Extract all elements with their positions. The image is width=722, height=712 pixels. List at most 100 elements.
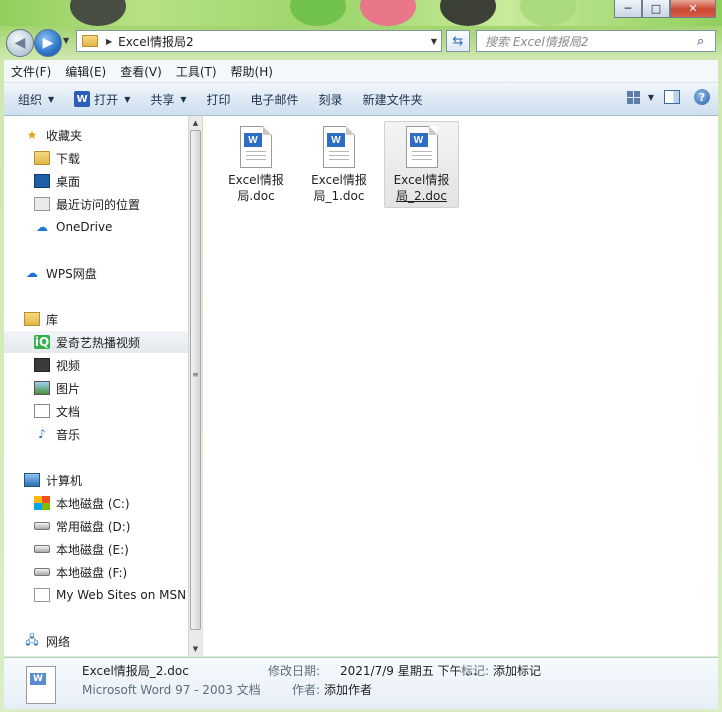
toolbar-right-group: ▼ ? xyxy=(626,89,710,105)
nav-drive-d[interactable]: 常用磁盘 (D:) xyxy=(4,515,188,537)
nav-msn-sites[interactable]: My Web Sites on MSN xyxy=(4,584,188,606)
file-item[interactable]: W Excel情报 局_1.doc xyxy=(303,122,375,206)
back-button[interactable]: ◀ xyxy=(6,29,34,57)
navigation-pane-scrollbar[interactable]: ▲ ≡ ▼ xyxy=(188,116,202,656)
nav-onedrive-label: OneDrive xyxy=(56,220,113,234)
nav-music-label: 音乐 xyxy=(56,427,81,442)
arrow-right-icon: ▶ xyxy=(42,35,54,51)
nav-recent-places[interactable]: 最近访问的位置 xyxy=(4,193,188,215)
scroll-down-icon[interactable]: ▼ xyxy=(189,642,202,656)
nav-network-label: 网络 xyxy=(46,634,71,649)
forward-button[interactable]: ▶ xyxy=(34,29,62,57)
burn-label: 刻录 xyxy=(318,92,343,107)
nav-drive-e-label: 本地磁盘 (E:) xyxy=(56,542,129,557)
address-dropdown-icon[interactable]: ▼ xyxy=(431,37,437,46)
web-page-icon xyxy=(34,588,50,602)
close-button[interactable]: ✕ xyxy=(670,0,716,18)
nav-music[interactable]: ♪ 音乐 xyxy=(4,423,188,445)
nav-wps-cloud[interactable]: ☁ WPS网盘 xyxy=(4,262,188,284)
details-author-input[interactable]: 添加作者 xyxy=(324,681,372,698)
nav-drive-f[interactable]: 本地磁盘 (F:) xyxy=(4,561,188,583)
open-button[interactable]: W 打开 ▼ xyxy=(64,91,140,108)
star-icon: ★ xyxy=(26,128,38,142)
nav-iqiyi-label: 爱奇艺热播视频 xyxy=(56,335,141,350)
caption-buttons: ─ □ ✕ xyxy=(614,0,716,18)
search-icon[interactable]: ⌕ xyxy=(697,34,715,49)
chevron-down-icon: ▼ xyxy=(124,94,131,104)
menu-view[interactable]: 查看(V) xyxy=(113,63,169,80)
picture-library-icon xyxy=(34,381,50,395)
desktop-icon-blob xyxy=(290,0,346,26)
new-folder-button[interactable]: 新建文件夹 xyxy=(353,91,433,108)
wps-cloud-icon: ☁ xyxy=(26,266,38,280)
nav-downloads[interactable]: 下载 xyxy=(4,147,188,169)
details-tags-input[interactable]: 添加标记 xyxy=(493,662,541,679)
search-input[interactable]: 搜索 Excel情报局2 xyxy=(485,33,697,50)
desktop-icon-blob xyxy=(440,0,496,26)
file-item[interactable]: W Excel情报 局.doc xyxy=(220,122,292,206)
preview-pane-icon[interactable] xyxy=(664,90,680,104)
nav-desktop-label: 桌面 xyxy=(56,174,81,189)
nav-favorites[interactable]: ★ 收藏夹 xyxy=(4,124,188,146)
refresh-button[interactable]: ⇆ xyxy=(446,30,470,52)
nav-documents[interactable]: 文档 xyxy=(4,400,188,422)
hard-drive-icon xyxy=(34,522,50,530)
nav-drive-e[interactable]: 本地磁盘 (E:) xyxy=(4,538,188,560)
print-label: 打印 xyxy=(206,92,231,107)
breadcrumb-chevron-icon[interactable]: ▶ xyxy=(106,37,112,46)
navigation-pane: ★ 收藏夹 下载 桌面 最近访问的位置 ☁ OneDrive ☁ WPS网盘 库 xyxy=(4,116,188,656)
details-file-name: Excel情报局_2.doc xyxy=(82,664,189,678)
details-tags-label: 标记: xyxy=(461,664,490,678)
details-modified-value: 2021/7/9 星期五 下午 ... xyxy=(340,664,477,678)
change-view-icon[interactable] xyxy=(626,90,640,104)
nav-wps-label: WPS网盘 xyxy=(46,266,97,281)
nav-onedrive[interactable]: ☁ OneDrive xyxy=(4,216,188,238)
nav-drive-d-label: 常用磁盘 (D:) xyxy=(56,519,131,534)
nav-pictures-label: 图片 xyxy=(56,381,81,396)
view-options-dropdown-icon[interactable]: ▼ xyxy=(648,93,654,102)
help-icon[interactable]: ? xyxy=(694,89,710,105)
nav-downloads-label: 下载 xyxy=(56,151,81,166)
print-button[interactable]: 打印 xyxy=(197,91,241,108)
navigation-row: ◀ ▶ ▼ ▶ Excel情报局2 ▼ ⇆ 搜索 Excel情报局2 ⌕ xyxy=(0,26,722,58)
nav-favorites-label: 收藏夹 xyxy=(46,128,83,143)
burn-button[interactable]: 刻录 xyxy=(309,91,353,108)
file-name: Excel情报 局.doc xyxy=(228,173,284,203)
arrow-left-icon: ◀ xyxy=(14,35,26,51)
nav-drive-c[interactable]: 本地磁盘 (C:) xyxy=(4,492,188,514)
maximize-button[interactable]: □ xyxy=(642,0,670,18)
recent-pages-dropdown[interactable]: ▼ xyxy=(63,36,69,45)
folder-icon xyxy=(82,35,98,47)
file-item-selected[interactable]: W Excel情报 局_2.doc xyxy=(384,121,459,208)
hard-drive-icon xyxy=(34,545,50,553)
organize-label: 组织 xyxy=(18,92,43,107)
word-document-icon: W xyxy=(240,126,272,168)
nav-iqiyi[interactable]: iQ 爱奇艺热播视频 xyxy=(4,331,188,353)
nav-computer-label: 计算机 xyxy=(46,473,83,488)
word-document-icon: W xyxy=(405,126,438,168)
menu-edit[interactable]: 编辑(E) xyxy=(58,63,113,80)
scrollbar-thumb[interactable] xyxy=(190,130,201,630)
minimize-button[interactable]: ─ xyxy=(614,0,642,18)
nav-videos[interactable]: 视频 xyxy=(4,354,188,376)
search-box[interactable]: 搜索 Excel情报局2 ⌕ xyxy=(476,30,716,52)
organize-button[interactable]: 组织 ▼ xyxy=(4,91,64,108)
address-bar[interactable]: ▶ Excel情报局2 ▼ xyxy=(76,30,442,52)
menu-tools[interactable]: 工具(T) xyxy=(169,63,224,80)
desktop-icon xyxy=(34,174,50,188)
nav-desktop[interactable]: 桌面 xyxy=(4,170,188,192)
menu-file[interactable]: 文件(F) xyxy=(4,63,58,80)
nav-msn-label: My Web Sites on MSN xyxy=(56,588,187,602)
nav-computer[interactable]: 计算机 xyxy=(4,469,188,491)
scroll-up-icon[interactable]: ▲ xyxy=(189,116,202,130)
menu-help[interactable]: 帮助(H) xyxy=(224,63,280,80)
breadcrumb-current[interactable]: Excel情报局2 xyxy=(118,33,193,50)
nav-network[interactable]: 🖧 网络 xyxy=(4,630,188,652)
downloads-folder-icon xyxy=(34,151,50,165)
nav-pictures[interactable]: 图片 xyxy=(4,377,188,399)
email-button[interactable]: 电子邮件 xyxy=(241,91,309,108)
share-button[interactable]: 共享 ▼ xyxy=(140,91,196,108)
nav-libraries[interactable]: 库 xyxy=(4,308,188,330)
details-modified-label: 修改日期: xyxy=(268,664,321,678)
iqiyi-icon: iQ xyxy=(34,335,50,349)
